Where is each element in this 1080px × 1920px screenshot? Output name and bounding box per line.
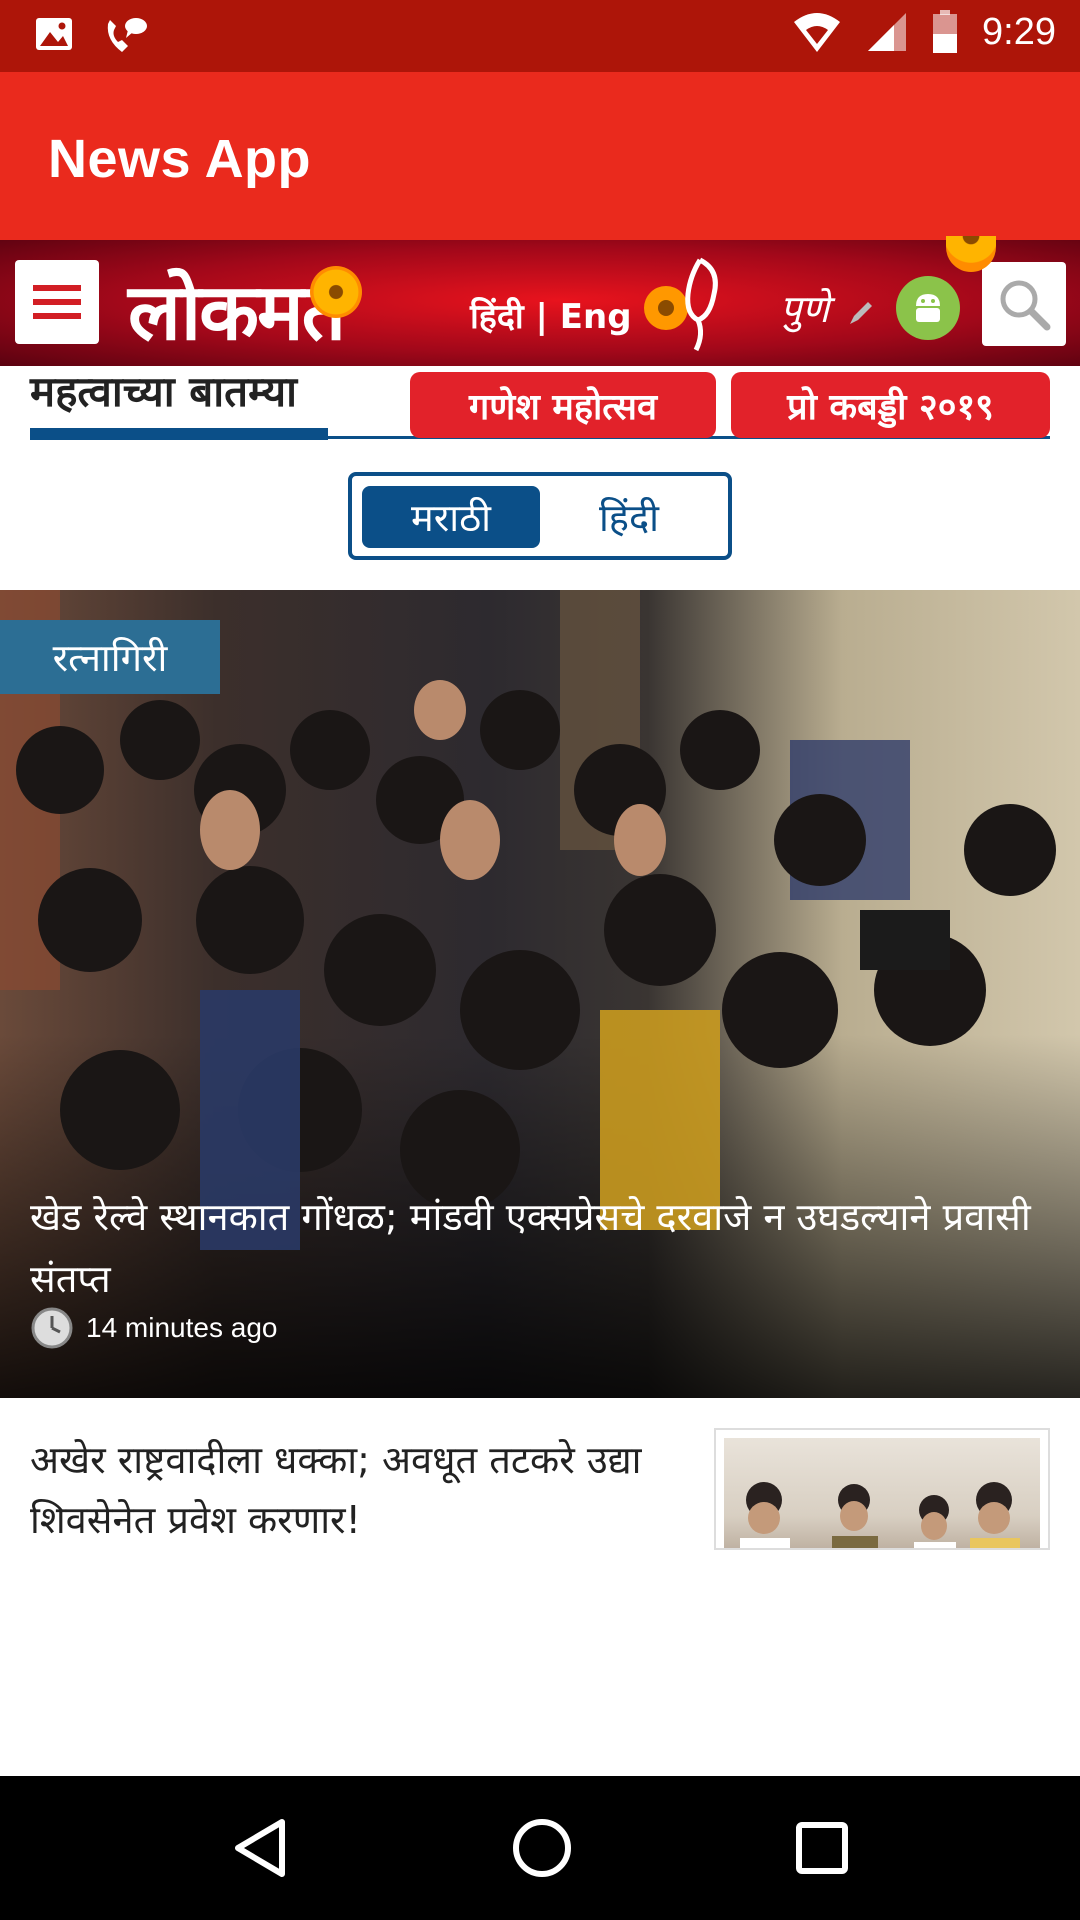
section-title: महत्वाच्या बातम्या — [30, 367, 297, 416]
recents-icon[interactable] — [794, 1820, 850, 1876]
location-tag[interactable]: रत्नागिरी — [0, 620, 220, 694]
menu-bar-icon — [33, 299, 81, 305]
marigold-flower-icon — [310, 266, 362, 318]
toggle-option-marathi[interactable]: मराठी — [362, 486, 540, 548]
pencil-icon[interactable] — [846, 298, 876, 328]
toggle-option-hindi[interactable]: हिंदी — [540, 486, 718, 548]
app-bar: News App — [0, 72, 1080, 240]
cellular-icon — [868, 13, 907, 51]
home-icon[interactable] — [510, 1816, 574, 1880]
hero-timestamp: 14 minutes ago — [30, 1306, 277, 1350]
article-headline[interactable]: अखेर राष्ट्रवादीला धक्का; अवधूत तटकरे उद… — [30, 1430, 670, 1550]
image-icon — [36, 18, 72, 50]
hero-headline[interactable]: खेड रेल्वे स्थानकात गोंधळ; मांडवी एक्सप्… — [30, 1186, 1060, 1310]
section-title-underline — [30, 428, 328, 440]
tag-pill-ganesh-mahotsav[interactable]: गणेश महोत्सव — [410, 372, 716, 438]
phone-icon — [107, 18, 147, 52]
lokmat-logo[interactable]: लोकमत — [128, 256, 346, 362]
ganesha-icon — [644, 257, 718, 352]
status-bar: 9:29 — [0, 0, 1080, 72]
menu-bar-icon — [33, 285, 81, 291]
search-icon — [1000, 280, 1051, 331]
search-button[interactable] — [982, 262, 1066, 346]
menu-bar-icon — [33, 313, 81, 319]
section-tabs: महत्वाच्या बातम्या गणेश महोत्सव प्रो कबड… — [0, 366, 1080, 442]
battery-icon — [933, 10, 958, 53]
android-icon[interactable] — [896, 276, 960, 340]
app-title: News App — [48, 129, 312, 189]
language-switch-link[interactable]: हिंदी | Eng — [470, 292, 632, 338]
timestamp-text: 14 minutes ago — [86, 1312, 278, 1343]
article-list-item[interactable]: अखेर राष्ट्रवादीला धक्का; अवधूत तटकरे उद… — [0, 1398, 1080, 1550]
tag-pill-pro-kabaddi[interactable]: प्रो कबड्डी २०१९ — [731, 372, 1050, 438]
back-icon[interactable] — [230, 1816, 290, 1880]
hero-article-card[interactable]: रत्नागिरी खेड रेल्वे स्थानकात गोंधळ; मां… — [0, 590, 1080, 1398]
clock-icon — [31, 1307, 73, 1349]
wifi-icon — [794, 13, 841, 52]
hamburger-menu-button[interactable] — [15, 260, 99, 344]
site-header: लोकमत हिंदी | Eng पुणे — [0, 240, 1080, 366]
city-selector[interactable]: पुणे — [780, 282, 829, 334]
language-toggle: मराठी हिंदी — [348, 472, 732, 560]
status-time: 9:29 — [982, 10, 1056, 53]
article-thumbnail[interactable] — [714, 1428, 1050, 1550]
system-nav-bar — [0, 1776, 1080, 1920]
article-thumbnail-image — [724, 1438, 1040, 1548]
